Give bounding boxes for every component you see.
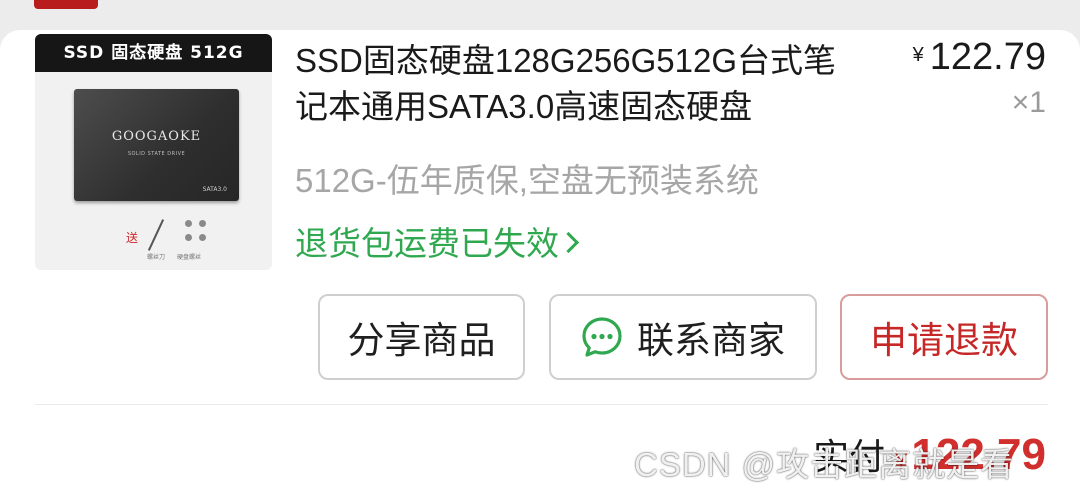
tool-caption: 螺丝刀 <box>147 254 166 261</box>
share-product-label: 分享商品 <box>347 320 496 361</box>
contact-seller-label: 联系商家 <box>637 320 785 361</box>
watermark: CSDN @攻击距离就是看 <box>634 446 1015 483</box>
ssd-brand-text: GOOGAOKE <box>111 129 202 144</box>
price-amount: 122.79 <box>929 36 1046 78</box>
quantity: ×1 <box>1011 86 1046 119</box>
top-tab-fragment <box>34 0 98 9</box>
chat-icon <box>582 317 622 357</box>
price-currency: ¥ <box>912 44 924 66</box>
contact-seller-button[interactable]: 联系商家 <box>549 294 817 380</box>
request-refund-label: 申请退款 <box>870 320 1018 361</box>
product-image-banner: SSD 固态硬盘 512G <box>35 34 272 72</box>
return-shipping-label: 退货包运费已失效 <box>295 225 559 262</box>
chevron-right-icon <box>557 231 580 253</box>
share-product-button[interactable]: 分享商品 <box>318 294 525 380</box>
screws-caption: 硬盘螺丝 <box>177 254 202 261</box>
divider <box>35 404 1048 405</box>
screws-icon <box>183 220 213 246</box>
ssd-model-text: SATA3.0 <box>202 186 227 193</box>
order-item-card: SSD 固态硬盘 512G GOOGAOKE SOLID STATE DRIVE… <box>0 30 1080 504</box>
gift-label: 送 <box>126 231 139 245</box>
screwdriver-icon <box>147 219 165 251</box>
return-shipping-note[interactable]: 退货包运费已失效 <box>295 217 580 265</box>
product-image[interactable]: SSD 固态硬盘 512G GOOGAOKE SOLID STATE DRIVE… <box>35 34 272 270</box>
product-spec: 512G-伍年质保,空盘无预装系统 <box>295 162 759 199</box>
unit-price: ¥122.79 <box>913 36 1046 79</box>
ssd-subtitle-text: SOLID STATE DRIVE <box>127 151 186 157</box>
request-refund-button[interactable]: 申请退款 <box>840 294 1048 380</box>
ssd-drive-illustration: GOOGAOKE SOLID STATE DRIVE SATA3.0 <box>74 89 239 201</box>
product-title[interactable]: SSD固态硬盘128G256G512G台式笔记本通用SATA3.0高速固态硬盘 <box>295 38 855 130</box>
